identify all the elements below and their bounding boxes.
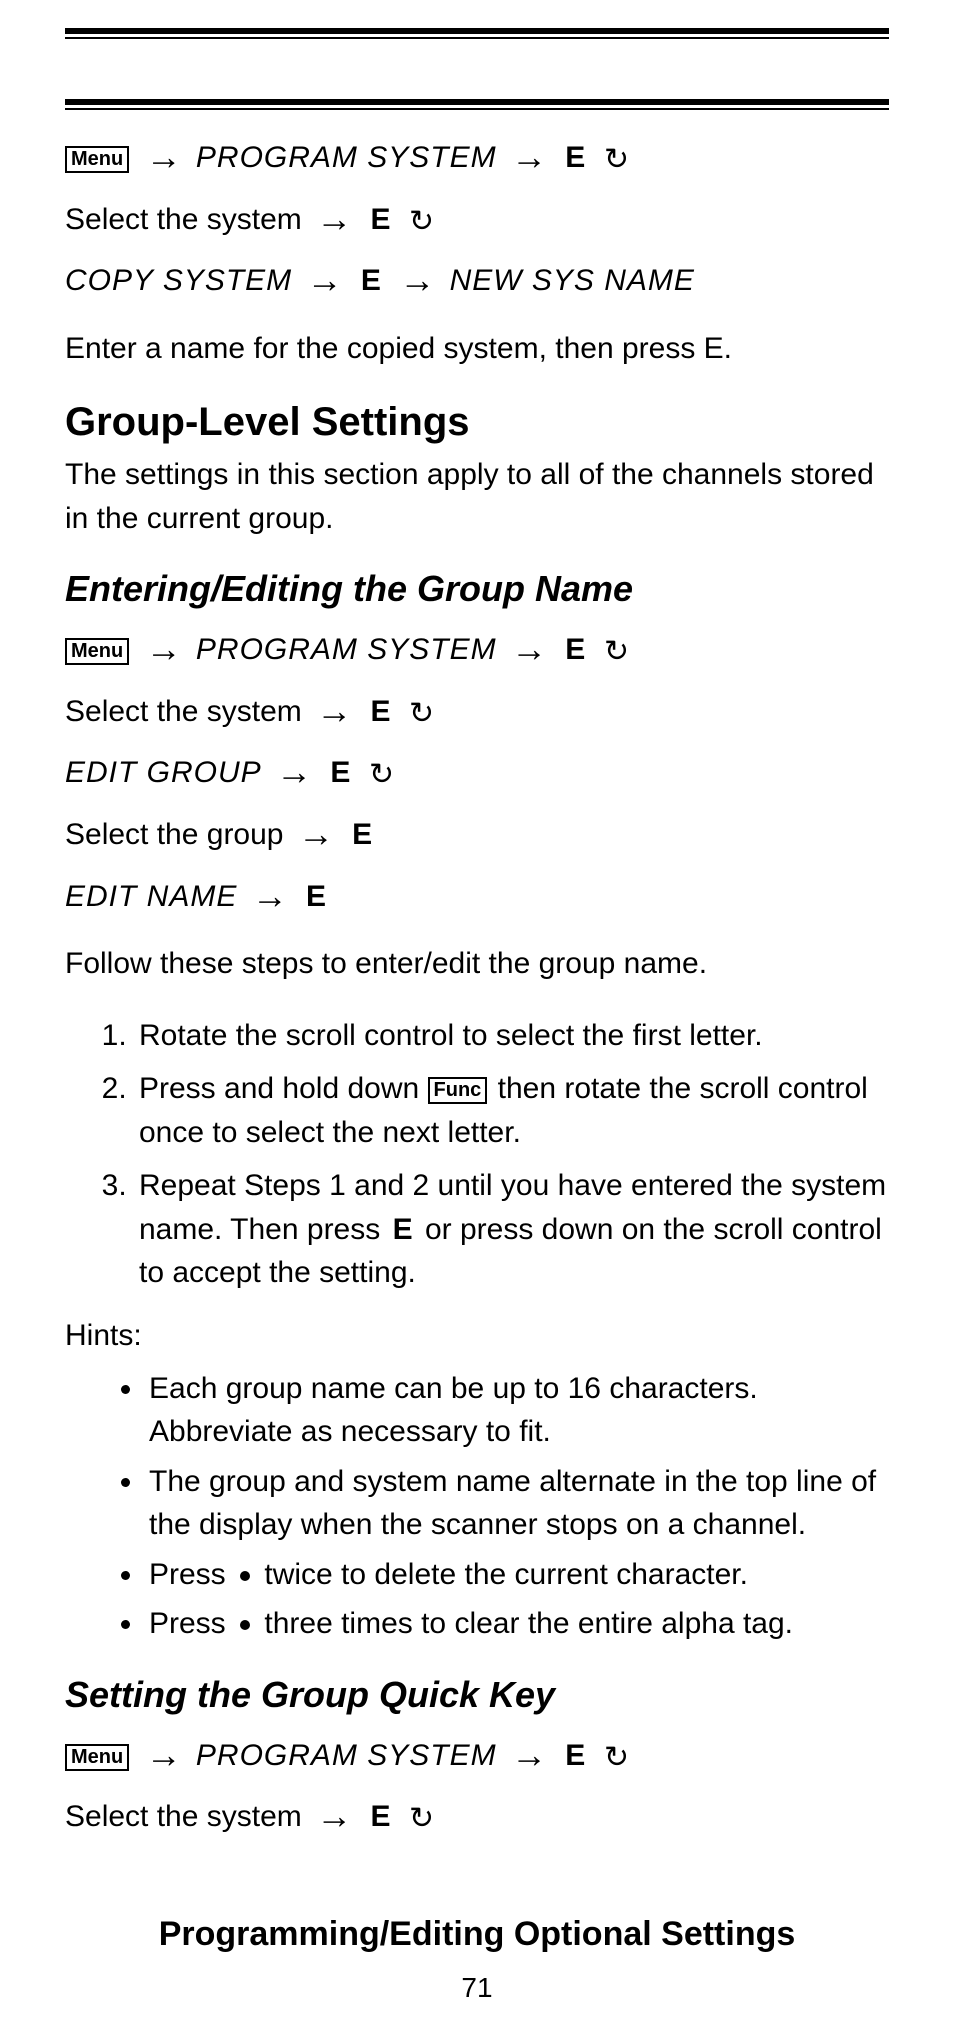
rotate-icon [369,751,397,779]
e-key: E [389,1213,417,1246]
rotate-icon [409,1795,437,1823]
rotate-icon [604,136,632,164]
step-3: Repeat Steps 1 and 2 until you have ente… [135,1164,889,1295]
menu-key-icon: Menu [65,1744,129,1771]
heading-enter-edit-group: Entering/Editing the Group Name [65,568,889,610]
menu-key-icon: Menu [65,638,129,665]
text: Press [149,1558,226,1591]
text: twice to delete the current character. [264,1558,748,1591]
e-key: E [357,264,385,297]
arrow-icon: → [301,259,349,300]
hints-label: Hints: [65,1319,889,1353]
nav-line-9: Menu → PROGRAM SYSTEM → E [65,1726,889,1784]
lcd-text: PROGRAM SYSTEM [196,1739,497,1772]
rotate-icon [409,198,437,226]
text: three times to clear the entire alpha ta… [264,1607,793,1640]
rotate-icon [604,1734,632,1762]
instruction-text: Enter a name for the copied system, then… [65,327,889,371]
arrow-icon: → [505,136,553,177]
func-key-icon: Func [428,1077,488,1104]
nav-line-10: Select the system → E [65,1787,889,1845]
arrow-icon: → [292,813,340,854]
text: Press and hold down [139,1072,419,1105]
nav-line-4: Menu → PROGRAM SYSTEM → E [65,620,889,678]
page-number: 71 [65,1972,889,2004]
lcd-text: PROGRAM SYSTEM [196,141,497,174]
hints-list: Each group name can be up to 16 characte… [65,1367,889,1646]
arrow-icon: → [140,1734,188,1775]
text: Select the system [65,203,302,236]
nav-line-8: EDIT NAME → E [65,867,889,925]
step-1: Rotate the scroll control to select the … [135,1014,889,1058]
arrow-icon: → [310,1795,358,1836]
menu-key-icon: Menu [65,146,129,173]
hint-2: The group and system name alternate in t… [145,1460,889,1547]
e-key: E [348,818,376,851]
arrow-icon: → [393,259,441,300]
arrow-icon: → [246,875,294,916]
e-key: E [302,880,330,913]
arrow-icon: → [310,198,358,239]
arrow-icon: → [310,690,358,731]
e-key: E [326,756,354,789]
lcd-text: PROGRAM SYSTEM [196,633,497,666]
dot-icon [240,1571,250,1581]
text: Select the group [65,818,283,851]
e-key: E [561,633,589,666]
text: Select the system [65,695,302,728]
rotate-icon [604,628,632,656]
nav-line-2: Select the system → E [65,190,889,248]
arrow-icon: → [140,136,188,177]
rotate-icon [409,690,437,718]
lcd-text: EDIT GROUP [65,756,262,789]
e-key: E [561,1739,589,1772]
dot-icon [240,1620,250,1630]
follow-steps-text: Follow these steps to enter/edit the gro… [65,942,889,986]
lcd-text: EDIT NAME [65,880,237,913]
arrow-icon: → [140,628,188,669]
nav-line-7: Select the group → E [65,805,889,863]
page-top-rule [65,28,889,39]
e-key: E [366,203,394,236]
footer-title: Programming/Editing Optional Settings [65,1915,889,1954]
e-key: E [561,141,589,174]
e-key: E [366,1800,394,1833]
lcd-text: NEW SYS NAME [450,264,695,297]
nav-line-6: EDIT GROUP → E [65,743,889,801]
nav-line-1: Menu → PROGRAM SYSTEM → E [65,128,889,186]
heading-quick-key: Setting the Group Quick Key [65,1674,889,1716]
e-key: E [366,695,394,728]
document-page: Menu → PROGRAM SYSTEM → E Select the sys… [0,0,954,2044]
section-top-rule [65,99,889,110]
steps-list: Rotate the scroll control to select the … [65,1014,889,1295]
hint-4: Press three times to clear the entire al… [145,1602,889,1646]
nav-line-5: Select the system → E [65,682,889,740]
group-level-desc: The settings in this section apply to al… [65,453,889,540]
text: Press [149,1607,226,1640]
text: Select the system [65,1800,302,1833]
arrow-icon: → [505,1734,553,1775]
lcd-text: COPY SYSTEM [65,264,292,297]
hint-3: Press twice to delete the current charac… [145,1553,889,1597]
arrow-icon: → [270,751,318,792]
arrow-icon: → [505,628,553,669]
nav-line-3: COPY SYSTEM → E → NEW SYS NAME [65,251,889,309]
step-2: Press and hold down Func then rotate the… [135,1067,889,1154]
heading-group-level: Group-Level Settings [65,400,889,445]
hint-1: Each group name can be up to 16 characte… [145,1367,889,1454]
